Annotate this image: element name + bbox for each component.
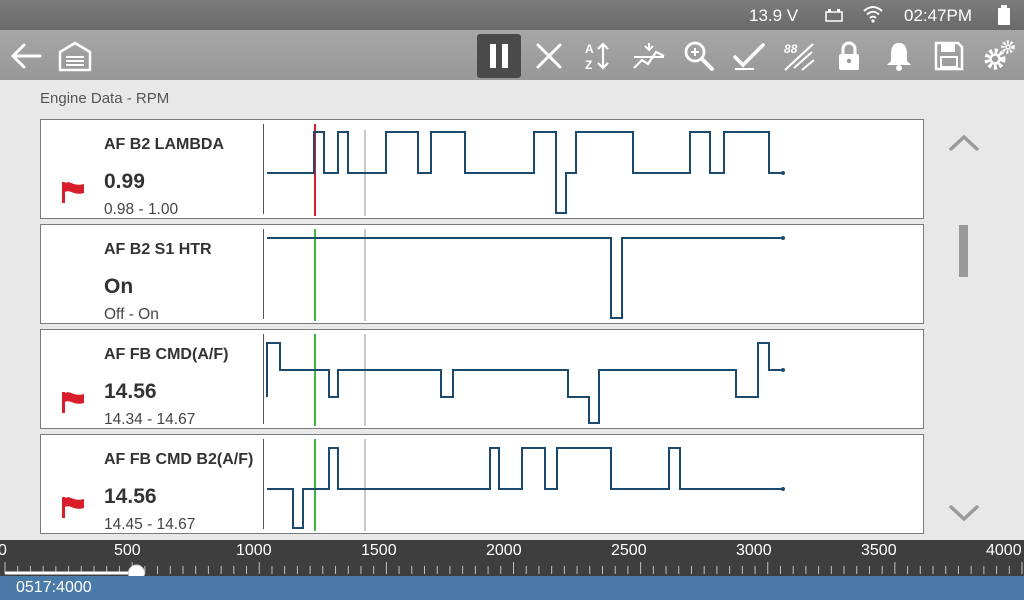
pid-graph[interactable] [264, 330, 923, 428]
pid-panel-af-fb-cmd-b2[interactable]: AF FB CMD B2(A/F) 14.56 14.45 - 14.67 [40, 434, 924, 534]
pid-name: AF FB CMD(A/F) [104, 346, 229, 363]
flag-icon[interactable] [61, 496, 85, 523]
scroll-up-chevron-icon[interactable] [948, 134, 980, 157]
pid-panel-af-b2-s1-htr[interactable]: AF B2 S1 HTR On Off - On [40, 224, 924, 324]
checkmark-icon[interactable] [727, 34, 771, 78]
pid-name: AF FB CMD B2(A/F) [104, 451, 254, 468]
pid-range: Off - On [104, 306, 159, 323]
pid-value: On [104, 275, 134, 298]
pid-graph[interactable] [264, 225, 923, 323]
pid-value: 14.56 [104, 485, 157, 508]
clear-icon[interactable] [527, 34, 571, 78]
garage-icon[interactable] [53, 34, 97, 78]
lock-icon[interactable] [827, 34, 871, 78]
zoom-icon[interactable] [677, 34, 721, 78]
trace-end-point [781, 236, 785, 240]
trace-end-point [781, 171, 785, 175]
settings-icon[interactable] [977, 34, 1021, 78]
pid-range: 14.45 - 14.67 [104, 516, 196, 533]
wifi-icon [862, 5, 884, 28]
bell-icon[interactable] [877, 34, 921, 78]
trace-line [267, 237, 783, 319]
back-arrow-icon[interactable] [4, 34, 48, 78]
scroll-down-chevron-icon[interactable] [948, 504, 980, 527]
svg-text:Z: Z [585, 58, 592, 72]
custom-list-icon[interactable]: 88 [777, 34, 821, 78]
flag-icon[interactable] [61, 391, 85, 418]
trace-end-point [781, 487, 785, 491]
trace-end-point [781, 368, 785, 372]
pid-name: AF B2 S1 HTR [104, 241, 212, 258]
pid-name: AF B2 LAMBDA [104, 136, 224, 153]
timeline-slider-knob[interactable] [127, 564, 145, 576]
pid-value: 14.56 [104, 380, 157, 403]
trace-line [267, 131, 783, 214]
graph-overlay-icon[interactable] [627, 34, 671, 78]
pause-icon[interactable] [477, 34, 521, 78]
pid-range: 14.34 - 14.67 [104, 411, 196, 428]
frame-counter: 0517:4000 [16, 579, 92, 596]
toolbar: AZ 88 [0, 30, 1024, 80]
clock: 02:47PM [904, 6, 973, 25]
save-icon[interactable] [927, 34, 971, 78]
status-bar: 13.9 V 02:47PM [0, 0, 1024, 30]
flag-icon[interactable] [61, 181, 85, 208]
svg-text:A: A [585, 42, 594, 56]
vehicle-battery-icon [825, 8, 843, 27]
bottom-bar: 0517:4000 [0, 576, 1024, 600]
pid-graph[interactable] [264, 120, 923, 218]
svg-text:88: 88 [784, 42, 798, 56]
page-title: Engine Data - RPM [40, 90, 170, 107]
pid-panel-af-fb-cmd[interactable]: AF FB CMD(A/F) 14.56 14.34 - 14.67 [40, 329, 924, 429]
data-graph-area: Engine Data - RPM AF B2 LAMBDA 0.99 0.98… [0, 80, 1024, 540]
pid-range: 0.98 - 1.00 [104, 201, 179, 218]
battery-icon [997, 5, 1011, 30]
pid-value: 0.99 [104, 170, 145, 193]
pid-graph[interactable] [264, 435, 923, 533]
timeline-track[interactable] [0, 540, 1024, 576]
scrollbar-thumb[interactable] [959, 225, 968, 277]
pid-panel-af-b2-lambda[interactable]: AF B2 LAMBDA 0.99 0.98 - 1.00 [40, 119, 924, 219]
timeline-scrubber[interactable]: 0 500 1000 1500 2000 2500 3000 3500 4000 [0, 540, 1024, 576]
trace-line [267, 447, 783, 529]
sort-icon[interactable]: AZ [577, 34, 621, 78]
trace-line [266, 342, 783, 424]
battery-voltage: 13.9 V [749, 6, 799, 25]
